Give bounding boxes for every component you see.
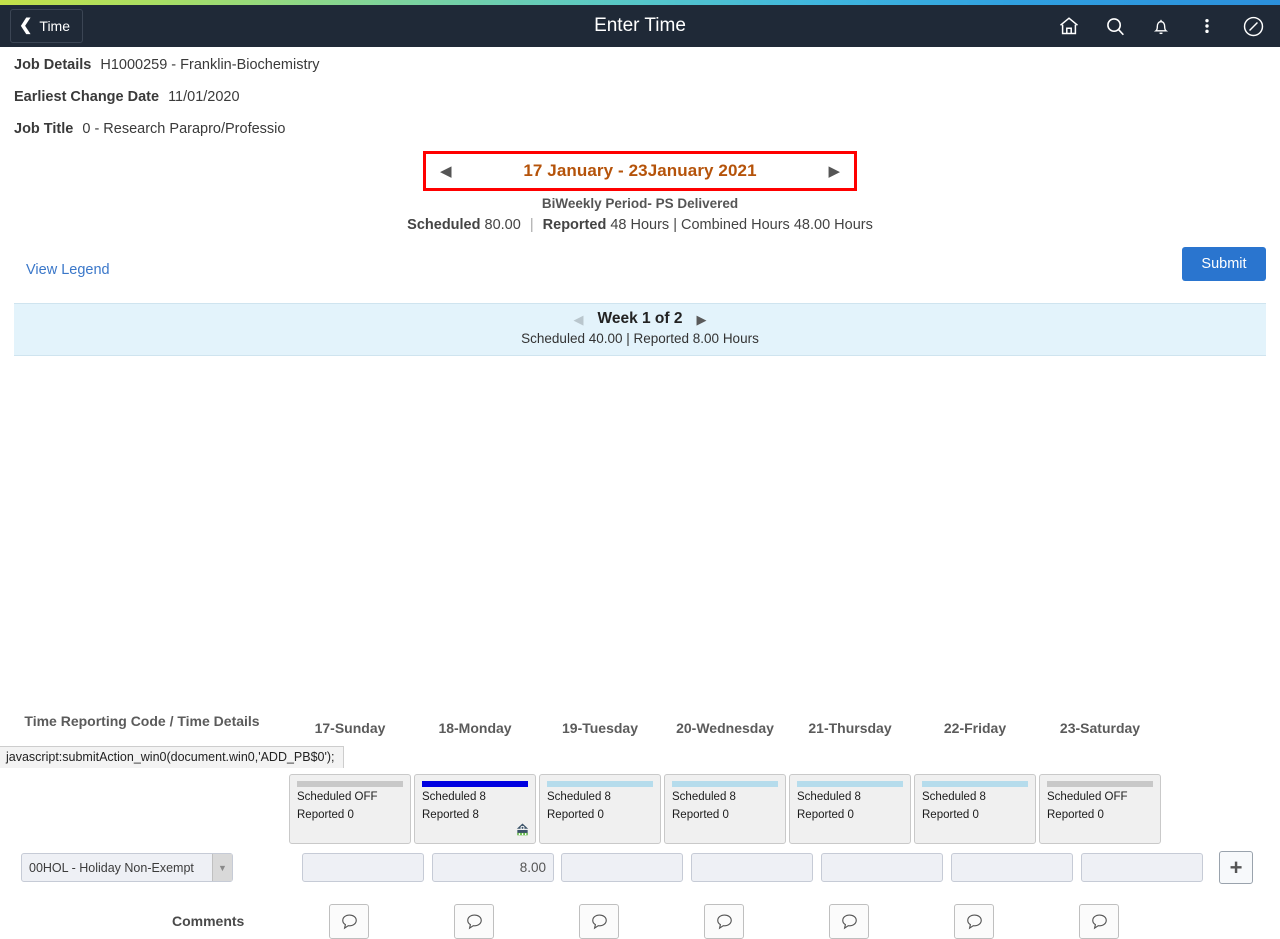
day-summary-card: Scheduled OFF Reported 0 (1039, 774, 1161, 844)
job-details-row: Job Details H1000259 - Franklin-Biochemi… (14, 57, 1280, 73)
app-header: ❮ Time Enter Time (0, 5, 1280, 47)
hours-input-saturday[interactable] (1081, 853, 1203, 882)
job-details-value: H1000259 - Franklin-Biochemistry (100, 57, 320, 73)
comment-button-friday[interactable] (954, 904, 994, 939)
search-icon[interactable] (1102, 13, 1128, 39)
comment-button-wednesday[interactable] (704, 904, 744, 939)
plus-icon: + (1229, 854, 1243, 880)
hours-input-wednesday[interactable] (691, 853, 813, 882)
day-header-1: 18-Monday (438, 720, 512, 736)
earliest-change-date-row: Earliest Change Date 11/01/2020 (14, 89, 1280, 105)
hours-input-friday[interactable] (951, 853, 1073, 882)
day-header-5: 22-Friday (943, 720, 1007, 736)
period-reported-value: 48 Hours | Combined Hours (610, 217, 790, 233)
day-summary-card: Scheduled 8 Reported 0 (664, 774, 786, 844)
day-reported-text: Reported 0 (672, 809, 729, 821)
actions-menu-icon[interactable] (1194, 13, 1220, 39)
job-details-section: Job Details H1000259 - Franklin-Biochemi… (0, 47, 1280, 137)
day-reported-text: Reported 0 (922, 809, 979, 821)
period-subtitle: BiWeekly Period- PS Delivered (541, 196, 739, 211)
chevron-down-icon: ▼ (212, 854, 232, 881)
period-totals: Scheduled 80.00 | Reported 48 Hours | Co… (0, 217, 1280, 233)
period-totals-divider: | (529, 217, 534, 233)
earliest-change-date-value: 11/01/2020 (168, 89, 240, 105)
period-label: 17 January - 23January 2021 (523, 161, 757, 180)
job-title-row: Job Title 0 - Research Parapro/Professio (14, 121, 1280, 137)
header-icon-group (1056, 13, 1280, 39)
day-reported-text: Reported 0 (547, 809, 604, 821)
navbar-icon[interactable] (1240, 13, 1266, 39)
day-scheduled-text: Scheduled OFF (1047, 791, 1128, 803)
comment-button-sunday[interactable] (329, 904, 369, 939)
day-header-3: 20-Wednesday (676, 720, 774, 736)
hours-input-tuesday[interactable] (561, 853, 683, 882)
time-reporting-code-value: 00HOL - Holiday Non-Exempt (29, 860, 194, 875)
day-scheduled-text: Scheduled OFF (297, 791, 378, 803)
day-summary-card: Scheduled 8 Reported 0 (914, 774, 1036, 844)
week-navigation-line: ◀ Week 1 of 2 ▶ (14, 310, 1266, 328)
time-reporting-code-header: Time Reporting Code / Time Details (24, 713, 260, 729)
day-summary-card: Scheduled 8 Reported 8 (414, 774, 536, 844)
day-summary-card: Scheduled OFF Reported 0 (289, 774, 411, 844)
job-title-label: Job Title (14, 121, 74, 137)
day-reported-text: Reported 0 (797, 809, 854, 821)
chevron-left-icon: ❮ (19, 17, 33, 34)
day-header-6: 23-Saturday (1059, 720, 1141, 736)
day-scheduled-text: Scheduled 8 (547, 791, 611, 803)
hours-input-thursday[interactable] (821, 853, 943, 882)
comment-button-monday[interactable] (454, 904, 494, 939)
period-reported-label: Reported (542, 217, 607, 233)
day-header-2: 19-Tuesday (562, 720, 638, 736)
home-icon[interactable] (1056, 13, 1082, 39)
legend-and-submit-row: View Legend Submit (0, 247, 1280, 303)
time-reporting-code-select[interactable]: 00HOL - Holiday Non-Exempt ▼ (21, 853, 233, 882)
day-reported-text: Reported 0 (1047, 809, 1104, 821)
browser-status-bar: javascript:submitAction_win0(document.wi… (0, 746, 344, 768)
day-reported-text: Reported 0 (297, 809, 354, 821)
back-button-label: Time (39, 18, 70, 34)
previous-period-arrow-icon[interactable]: ◀ (440, 164, 452, 179)
notifications-icon[interactable] (1148, 13, 1174, 39)
job-details-label: Job Details (14, 57, 92, 73)
next-period-arrow-icon[interactable]: ▶ (828, 164, 840, 179)
view-legend-link[interactable]: View Legend (26, 262, 110, 278)
day-summary-card: Scheduled 8 Reported 0 (789, 774, 911, 844)
hours-input-sunday[interactable] (302, 853, 424, 882)
period-combined-value: 48.00 Hours (793, 217, 873, 233)
back-to-time-button[interactable]: ❮ Time (10, 9, 83, 43)
day-header-4: 21-Thursday (808, 720, 892, 736)
previous-week-arrow-icon[interactable]: ◀ (573, 313, 583, 326)
period-scheduled-value: 80.00 (484, 217, 521, 233)
day-scheduled-text: Scheduled 8 (672, 791, 736, 803)
job-title-value: 0 - Research Parapro/Professio (82, 121, 286, 137)
week-navigation-banner: ◀ Week 1 of 2 ▶ Scheduled 40.00 | Report… (14, 303, 1266, 356)
week-totals: Scheduled 40.00 | Reported 8.00 Hours (521, 331, 759, 346)
day-reported-text: Reported 8 (422, 809, 479, 821)
earliest-change-date-label: Earliest Change Date (14, 89, 160, 105)
day-summary-card: Scheduled 8 Reported 0 (539, 774, 661, 844)
day-header-0: 17-Sunday (314, 720, 386, 736)
day-scheduled-text: Scheduled 8 (922, 791, 986, 803)
hours-input-monday[interactable] (432, 853, 554, 882)
comment-button-tuesday[interactable] (579, 904, 619, 939)
comment-button-thursday[interactable] (829, 904, 869, 939)
period-selector-section: ◀ 17 January - 23January 2021 ▶ BiWeekly… (0, 151, 1280, 233)
period-selector: ◀ 17 January - 23January 2021 ▶ (423, 151, 857, 191)
period-scheduled-label: Scheduled (407, 217, 481, 233)
add-row-button[interactable]: + (1219, 851, 1253, 884)
day-scheduled-text: Scheduled 8 (797, 791, 861, 803)
comments-label: Comments (172, 913, 245, 929)
holiday-building-icon (515, 822, 530, 840)
week-title: Week 1 of 2 (597, 310, 683, 327)
day-scheduled-text: Scheduled 8 (422, 791, 486, 803)
comment-button-saturday[interactable] (1079, 904, 1119, 939)
next-week-arrow-icon[interactable]: ▶ (697, 313, 707, 326)
submit-button[interactable]: Submit (1182, 247, 1266, 281)
